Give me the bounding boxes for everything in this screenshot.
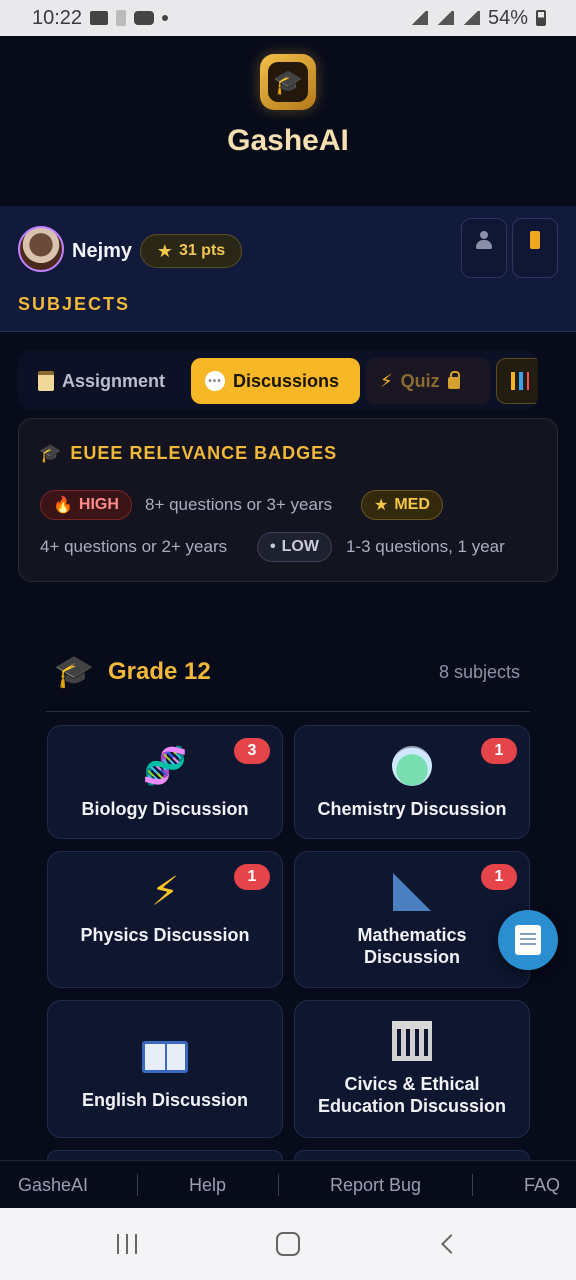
- graduation-cap-icon: 🎓: [268, 62, 308, 102]
- section-label: SUBJECTS: [18, 294, 131, 314]
- subject-title: Physics Discussion: [80, 925, 250, 945]
- relevance-badges-card: 🎓 EUEE RELEVANCE BADGES 🔥 HIGH 8+ questi…: [18, 418, 558, 582]
- youtube-icon: [134, 11, 155, 25]
- android-nav-bar: [0, 1208, 576, 1280]
- badge-high: 🔥 HIGH: [40, 490, 132, 520]
- subject-card-physics[interactable]: ⚡ Physics Discussion 1: [47, 851, 283, 988]
- lightning-icon: ⚡: [380, 370, 393, 391]
- status-time: 10:22: [32, 6, 83, 29]
- user-band: Nejmy ★ 31 pts SUBJECTS: [0, 206, 576, 332]
- footer-divider: [278, 1174, 279, 1196]
- graduation-cap-icon: 🎓: [39, 443, 63, 463]
- status-right: 54%: [409, 6, 546, 30]
- badge-med-label: MED: [394, 496, 430, 513]
- relevance-title-text: EUEE RELEVANCE BADGES: [70, 443, 338, 463]
- subject-title: Civics & Ethical Education Discussion: [317, 1074, 507, 1116]
- memo-icon: [515, 925, 541, 955]
- star-icon: ★: [156, 240, 173, 261]
- avatar[interactable]: [18, 226, 64, 272]
- open-book-icon: [142, 1035, 188, 1079]
- unread-badge: 1: [234, 864, 270, 890]
- subject-count: 8 subjects: [438, 662, 520, 682]
- badge-low-label: LOW: [281, 538, 319, 555]
- new-note-fab[interactable]: [498, 910, 558, 970]
- lock-icon: [447, 371, 460, 389]
- battery-icon: [536, 10, 546, 26]
- signal-icon-2: [461, 11, 480, 25]
- grade-title: Grade 12: [108, 658, 211, 685]
- subject-card-civics[interactable]: Civics & Ethical Education Discussion: [294, 1000, 530, 1138]
- fire-icon: 🔥: [53, 497, 73, 514]
- username: Nejmy: [72, 240, 133, 262]
- tab-stats[interactable]: [496, 358, 538, 404]
- battery-percent: 54%: [487, 6, 528, 29]
- app-logo: 🎓: [260, 54, 316, 110]
- footer-link-help[interactable]: Help: [189, 1175, 226, 1196]
- app-title: GasheAI: [227, 124, 349, 157]
- bar-chart-icon: [511, 372, 529, 390]
- badge-low-desc: 1-3 questions, 1 year: [346, 537, 505, 556]
- signal-icon: [435, 11, 454, 25]
- home-icon[interactable]: [276, 1232, 300, 1256]
- flask-icon: [392, 744, 432, 788]
- star-icon: ★: [374, 497, 389, 514]
- profile-button[interactable]: [461, 218, 507, 278]
- status-left: 10:22: [32, 6, 169, 30]
- lightning-icon: ⚡: [150, 870, 180, 914]
- gallery-icon: [90, 11, 109, 25]
- tab-quiz-label: Quiz: [400, 370, 440, 391]
- subject-title: Mathematics Discussion: [357, 925, 467, 967]
- tab-bar: Assignment ••• Discussions ⚡ Quiz: [18, 350, 538, 410]
- footer-link-faq[interactable]: FAQ: [524, 1175, 560, 1196]
- recent-apps-icon[interactable]: [117, 1234, 139, 1254]
- unread-badge: 1: [481, 738, 517, 764]
- tab-assignment-label: Assignment: [62, 370, 166, 391]
- download-icon: [116, 10, 127, 26]
- unread-badge: 1: [481, 864, 517, 890]
- badge-high-label: HIGH: [78, 496, 119, 513]
- tab-quiz[interactable]: ⚡ Quiz: [366, 358, 490, 404]
- tab-assignment[interactable]: Assignment: [24, 358, 192, 404]
- footer-divider: [137, 1174, 138, 1196]
- subject-card-mathematics[interactable]: Mathematics Discussion 1: [294, 851, 530, 988]
- dot-icon: •: [270, 538, 276, 555]
- tab-discussions-label: Discussions: [233, 370, 340, 391]
- triangle-ruler-icon: [393, 870, 431, 914]
- relevance-badges-title: 🎓 EUEE RELEVANCE BADGES: [39, 443, 337, 464]
- unread-badge: 3: [234, 738, 270, 764]
- badge-med: ★ MED: [361, 490, 443, 520]
- app-header: 🎓 GasheAI: [0, 36, 576, 206]
- data-transfer-icon: [409, 11, 428, 25]
- notification-dot-icon: [162, 15, 169, 21]
- graduation-cap-icon: 🎓: [54, 653, 94, 689]
- points-value: 31 pts: [178, 242, 226, 259]
- speech-bubble-icon: •••: [205, 371, 225, 391]
- subject-card-biology[interactable]: 🧬 Biology Discussion 3: [47, 725, 283, 839]
- subject-card-english[interactable]: English Discussion: [47, 1000, 283, 1138]
- grade-header: 🎓 Grade 12 8 subjects: [46, 650, 530, 712]
- subject-title: Chemistry Discussion: [317, 799, 507, 819]
- footer-link-gasheai[interactable]: GasheAI: [18, 1175, 88, 1196]
- classical-building-icon: [392, 1019, 432, 1063]
- footer: GasheAI Help Report Bug FAQ: [0, 1160, 576, 1208]
- clipboard-icon: [38, 371, 54, 391]
- person-icon: [476, 231, 492, 249]
- back-icon[interactable]: [441, 1234, 461, 1254]
- badge-med-desc: 4+ questions or 2+ years: [40, 537, 228, 556]
- footer-link-report-bug[interactable]: Report Bug: [330, 1175, 421, 1196]
- subject-card-chemistry[interactable]: Chemistry Discussion 1: [294, 725, 530, 839]
- badge-high-desc: 8+ questions or 3+ years: [145, 495, 333, 514]
- phone-icon: [530, 231, 540, 249]
- points-badge: ★ 31 pts: [140, 234, 242, 268]
- badge-low: • LOW: [257, 532, 332, 562]
- status-bar: 10:22 54%: [0, 0, 576, 36]
- device-button[interactable]: [512, 218, 558, 278]
- footer-divider: [472, 1174, 473, 1196]
- tab-discussions[interactable]: ••• Discussions: [191, 358, 360, 404]
- dna-icon: 🧬: [142, 745, 188, 786]
- subject-title: Biology Discussion: [81, 799, 249, 819]
- subject-title: English Discussion: [81, 1090, 249, 1110]
